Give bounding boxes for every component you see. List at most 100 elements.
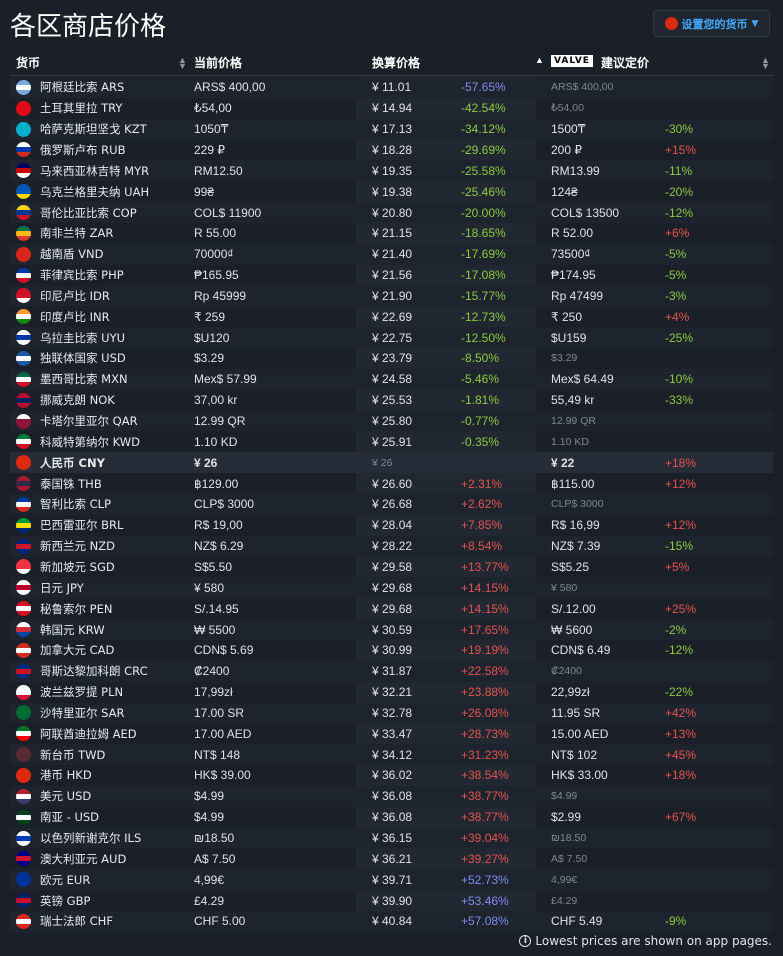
flag-icon	[16, 869, 31, 890]
header-current-price[interactable]: 当前价格	[194, 54, 242, 71]
header-recommended-price[interactable]: 建议定价	[601, 54, 649, 71]
flag-icon	[16, 369, 31, 390]
converted-price: ¥ 21.40	[372, 247, 413, 262]
converted-diff: -0.77%	[461, 414, 500, 429]
flag-icon	[16, 119, 31, 140]
current-price: ₪18.50	[194, 831, 235, 846]
converted-price: ¥ 29.68	[372, 580, 413, 595]
converted-price: ¥ 31.87	[372, 664, 413, 679]
flag-icon	[16, 473, 31, 494]
converted-price: ¥ 30.59	[372, 622, 413, 637]
table-row: 泰国铢 THB ฿129.00 ¥ 26.60 +2.31% ฿115.00 +12%	[10, 473, 773, 494]
currency-name: 卡塔尔里亚尔 QAR	[40, 414, 138, 429]
table-row: 哥斯达黎加科朗 CRC ₡2400 ¥ 31.87 +22.58% ₡2400	[10, 660, 773, 682]
currency-name: 阿根廷比索 ARS	[40, 80, 125, 95]
header-converted-price[interactable]: 换算价格	[372, 54, 420, 71]
converted-price: ¥ 34.12	[372, 747, 413, 762]
recommended-diff: +5%	[665, 559, 690, 574]
current-price: ₩ 5500	[194, 622, 236, 637]
current-price: 17,99zł	[194, 685, 233, 700]
table-row: 哥伦比亚比索 COP COL$ 11900 ¥ 20.80 -20.00% COL$ 1…	[10, 202, 773, 223]
current-price: NT$ 148	[194, 747, 241, 762]
current-price: 37,00 kr	[194, 393, 238, 408]
current-price: R$ 19,00	[194, 518, 243, 533]
converted-price: ¥ 40.84	[372, 914, 413, 929]
converted-diff: +38.54%	[461, 768, 509, 783]
table-header: 货币 ▲ ▼ 当前价格 换算价格 ▲ VALVE 建议定价 ▲ ▼	[10, 47, 773, 76]
table-row: 挪威克朗 NOK 37,00 kr ¥ 25.53 -1.81% 55,49 kr -33…	[10, 390, 773, 411]
converted-diff: +53.46%	[461, 893, 509, 908]
current-price: R 55.00	[194, 226, 237, 241]
converted-price: ¥ 21.90	[372, 288, 413, 303]
set-currency-button[interactable]: 设置您的货币 ▼	[653, 10, 770, 37]
recommended-diff: +4%	[665, 309, 690, 324]
converted-price: ¥ 11.01	[372, 80, 412, 95]
recommended-price: NT$ 102	[551, 747, 598, 762]
flag-icon	[16, 786, 31, 807]
china-flag-icon	[664, 17, 678, 30]
flag-icon	[16, 536, 31, 557]
current-price: 229 ₽	[194, 142, 225, 157]
converted-price: ¥ 25.53	[372, 393, 413, 408]
currency-name: 智利比索 CLP	[40, 497, 112, 512]
currency-name: 南非兰特 ZAR	[40, 226, 114, 241]
converted-price: ¥ 25.80	[372, 414, 413, 429]
recommended-diff: +12%	[665, 476, 697, 491]
table-row: 波兰兹罗提 PLN 17,99zł ¥ 32.21 +23.88% 22,99zł -22…	[10, 682, 773, 703]
recommended-price: $2.99	[551, 810, 582, 825]
sort-asc-icon[interactable]: ▲	[535, 55, 544, 65]
currency-name: 新台币 TWD	[40, 747, 106, 762]
converted-diff: +13.77%	[461, 559, 509, 574]
converted-diff: -17.69%	[461, 247, 506, 262]
recommended-diff: -20%	[665, 184, 694, 199]
recommended-diff: -2%	[665, 622, 687, 637]
currency-name: 墨西哥比索 MXN	[40, 372, 128, 387]
recommended-price: $U159	[551, 330, 587, 345]
flag-icon	[16, 327, 31, 348]
current-price: ₱165.95	[194, 268, 239, 283]
converted-price: ¥ 33.47	[372, 726, 413, 741]
currency-name: 秘鲁索尔 PEN	[40, 601, 113, 616]
currency-name: 加拿大元 CAD	[40, 643, 115, 658]
converted-diff: +52.73%	[461, 872, 509, 887]
converted-diff: +26.08%	[461, 705, 509, 720]
converted-price: ¥ 29.58	[372, 559, 413, 574]
header-currency[interactable]: 货币	[16, 54, 40, 71]
converted-price: ¥ 36.15	[372, 831, 413, 846]
converted-diff: -29.69%	[461, 142, 506, 157]
currency-name: 印尼卢比 IDR	[40, 288, 110, 303]
current-price: 1050₸	[194, 122, 229, 137]
converted-price: ¥ 25.91	[372, 434, 413, 449]
flag-icon	[16, 807, 31, 828]
table-row: 乌拉圭比索 UYU $U120 ¥ 22.75 -12.50% $U159 -25%	[10, 327, 773, 349]
recommended-diff: -5%	[665, 247, 687, 262]
converted-price: ¥ 36.08	[372, 810, 413, 825]
flag-icon	[16, 494, 31, 515]
flag-icon	[16, 140, 31, 161]
current-price: COL$ 11900	[194, 205, 262, 220]
converted-price: ¥ 20.80	[372, 205, 413, 220]
currency-name: 菲律宾比索 PHP	[40, 268, 124, 283]
footer-text: Lowest prices are shown on app pages.	[535, 934, 772, 948]
table-row: 乌克兰格里夫纳 UAH 99₴ ¥ 19.38 -25.46% 124₴ -20%	[10, 181, 773, 202]
table-row: 土耳其里拉 TRY ₺54,00 ¥ 14.94 -42.54% ₺54,00	[10, 98, 773, 119]
recommended-price: S/.12.00	[551, 601, 596, 616]
current-price: CDN$ 5.69	[194, 643, 254, 658]
recommended-price: $4.99	[551, 790, 578, 803]
currency-name: 南亚 - USD	[40, 810, 100, 825]
current-price: £4.29	[194, 893, 225, 908]
recommended-price: Mex$ 64.49	[551, 372, 614, 387]
current-price: ₺54,00	[194, 101, 232, 116]
converted-price: ¥ 36.21	[372, 851, 413, 866]
sort-icon[interactable]: ▼	[178, 61, 187, 71]
sort-icon[interactable]: ▼	[761, 61, 770, 71]
flag-icon	[16, 223, 31, 244]
currency-name: 科威特第纳尔 KWD	[40, 434, 141, 449]
currency-name: 俄罗斯卢布 RUB	[40, 142, 126, 157]
current-price: HK$ 39.00	[194, 768, 251, 783]
currency-name: 泰国铢 THB	[40, 476, 102, 491]
recommended-diff: +42%	[665, 705, 697, 720]
set-currency-label: 设置您的货币	[681, 17, 748, 31]
flag-icon	[16, 828, 31, 849]
currency-name: 哥斯达黎加科朗 CRC	[40, 664, 148, 679]
